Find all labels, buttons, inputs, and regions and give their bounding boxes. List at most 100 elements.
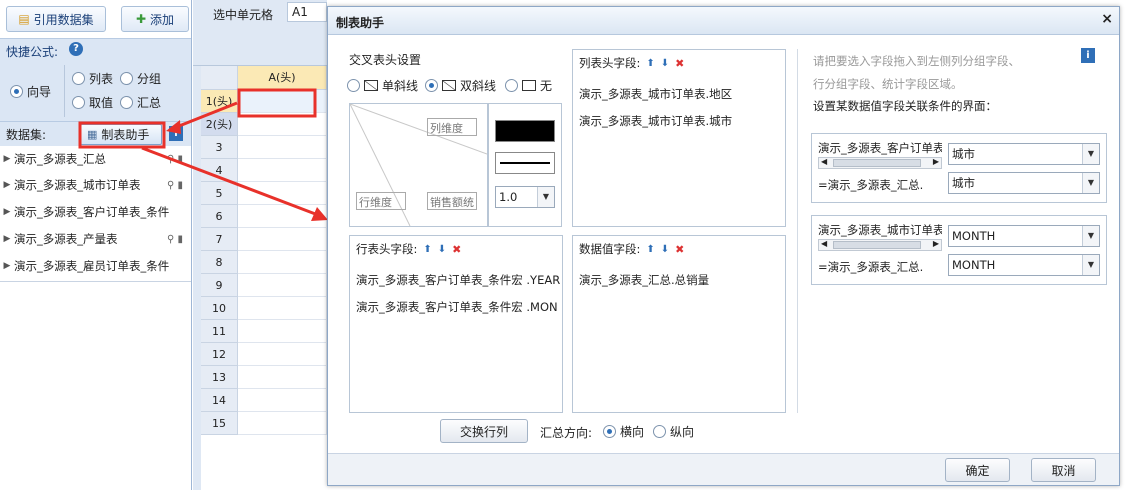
- delete-icon[interactable]: ✖: [452, 243, 461, 256]
- row-field-item[interactable]: 演示_多源表_客户订单表_条件宏 .YEAR: [356, 272, 560, 288]
- option-value[interactable]: 取值: [72, 94, 113, 111]
- expand-icon[interactable]: ▶: [0, 180, 14, 190]
- row-header[interactable]: 15: [201, 412, 238, 435]
- summary-vertical-option[interactable]: 纵向: [653, 423, 694, 440]
- ref-dataset-button[interactable]: ▤ 引用数据集: [6, 6, 106, 32]
- sheet-cell[interactable]: [238, 251, 327, 274]
- option-wizard[interactable]: 向导: [10, 83, 51, 100]
- sheet-cell[interactable]: [238, 113, 327, 136]
- cell-ref-input[interactable]: A1: [287, 2, 327, 22]
- dataset-item[interactable]: ▶ 演示_多源表_城市订单表 ⚲ ▮: [0, 172, 191, 198]
- row-header[interactable]: 3: [201, 136, 238, 159]
- single-diagonal-option[interactable]: 单斜线: [347, 77, 418, 94]
- sheet-cell[interactable]: [238, 412, 327, 435]
- swap-rows-cols-button[interactable]: 交换行列: [440, 419, 528, 443]
- sheet-cell[interactable]: [238, 389, 327, 412]
- row-header[interactable]: 7: [201, 228, 238, 251]
- summary-direction-label: 汇总方向:: [540, 426, 593, 440]
- row-header[interactable]: 2(头): [201, 113, 238, 136]
- expand-icon[interactable]: ▶: [0, 234, 14, 244]
- expand-icon[interactable]: ▶: [0, 207, 14, 217]
- row-header[interactable]: 5: [201, 182, 238, 205]
- add-label: 添加: [150, 12, 175, 27]
- close-icon[interactable]: ×: [1101, 11, 1113, 27]
- option-summary[interactable]: 汇总: [120, 94, 161, 111]
- sheet-cell[interactable]: [238, 366, 327, 389]
- sheet-cell[interactable]: [238, 182, 327, 205]
- sheet-cell[interactable]: [238, 205, 327, 228]
- edit-delete-icon[interactable]: ⚲ ▮: [167, 234, 183, 245]
- line-width-select[interactable]: 1.0 ▼: [495, 186, 555, 208]
- sheet-toolbar: 选中单元格 A1: [193, 0, 327, 66]
- arrow-down-icon[interactable]: ⬇: [438, 244, 446, 255]
- expand-icon[interactable]: ▶: [0, 154, 14, 164]
- expand-icon[interactable]: ▶: [0, 261, 14, 271]
- option-group[interactable]: 分组: [120, 70, 161, 87]
- relation-field-select[interactable]: 城市 ▼: [948, 143, 1100, 165]
- row-header[interactable]: 13: [201, 366, 238, 389]
- sheet-cell[interactable]: [238, 274, 327, 297]
- radio-icon: [653, 425, 666, 438]
- summary-horizontal-option[interactable]: 横向: [603, 423, 644, 440]
- option-list[interactable]: 列表: [72, 70, 113, 87]
- row-header[interactable]: 8: [201, 251, 238, 274]
- sheet-cell[interactable]: [238, 297, 327, 320]
- no-diagonal-option[interactable]: 无: [505, 77, 552, 94]
- sheet-cell[interactable]: [238, 90, 327, 113]
- sheet-cell[interactable]: [238, 228, 327, 251]
- relation-field-select[interactable]: MONTH ▼: [948, 254, 1100, 276]
- chevron-down-icon: ▼: [1082, 173, 1099, 193]
- relation-field-select[interactable]: 城市 ▼: [948, 172, 1100, 194]
- line-color-picker[interactable]: [495, 120, 555, 142]
- sheet-cell[interactable]: [238, 320, 327, 343]
- row-header[interactable]: 9: [201, 274, 238, 297]
- add-button[interactable]: ✚ 添加: [121, 6, 189, 32]
- cancel-button[interactable]: 取消: [1031, 458, 1096, 482]
- table-helper-label: 制表助手: [101, 128, 150, 142]
- edit-delete-icon[interactable]: ⚲ ▮: [167, 154, 183, 165]
- double-diagonal-option[interactable]: 双斜线: [425, 77, 496, 94]
- row-header[interactable]: 11: [201, 320, 238, 343]
- row-header[interactable]: 1(头): [201, 90, 238, 113]
- arrow-up-icon[interactable]: ⬆: [423, 244, 431, 255]
- radio-checked-icon: [10, 85, 23, 98]
- info-icon[interactable]: i: [1081, 48, 1095, 63]
- info-icon[interactable]: i: [169, 126, 183, 141]
- dataset-name: 演示_多源表_产量表: [14, 232, 118, 246]
- scrollbar[interactable]: ◀ ▶: [818, 239, 942, 251]
- arrow-down-icon[interactable]: ⬇: [661, 244, 669, 255]
- dataset-item[interactable]: ▶ 演示_多源表_产量表 ⚲ ▮: [0, 226, 191, 252]
- option-label: 无: [540, 79, 553, 93]
- col-fields-title: 列表头字段:: [579, 56, 641, 70]
- sheet-cell[interactable]: [238, 136, 327, 159]
- line-style-picker[interactable]: [495, 152, 555, 174]
- row-header[interactable]: 10: [201, 297, 238, 320]
- ok-button[interactable]: 确定: [945, 458, 1010, 482]
- col-field-item[interactable]: 演示_多源表_城市订单表.地区: [579, 86, 732, 102]
- col-field-item[interactable]: 演示_多源表_城市订单表.城市: [579, 113, 732, 129]
- row-header[interactable]: 14: [201, 389, 238, 412]
- column-header[interactable]: A(头): [238, 66, 327, 90]
- dataset-item[interactable]: ▶ 演示_多源表_雇员订单表_条件: [0, 253, 191, 279]
- relation-field-select[interactable]: MONTH ▼: [948, 225, 1100, 247]
- dataset-item[interactable]: ▶ 演示_多源表_汇总 ⚲ ▮: [0, 146, 191, 172]
- row-header[interactable]: 4: [201, 159, 238, 182]
- row-header[interactable]: 12: [201, 343, 238, 366]
- help-icon[interactable]: ?: [69, 42, 83, 56]
- delete-icon[interactable]: ✖: [675, 243, 684, 256]
- delete-icon[interactable]: ✖: [675, 57, 684, 70]
- dataset-item[interactable]: ▶ 演示_多源表_客户订单表_条件: [0, 199, 191, 225]
- sheet-splitter[interactable]: [193, 66, 201, 490]
- scrollbar[interactable]: ◀ ▶: [818, 157, 942, 169]
- table-helper-button[interactable]: ▦ 制表助手: [80, 124, 162, 145]
- arrow-up-icon[interactable]: ⬆: [646, 244, 654, 255]
- value-fields-title-row: 数据值字段: ⬆ ⬇ ✖: [579, 241, 684, 257]
- value-field-item[interactable]: 演示_多源表_汇总.总销量: [579, 272, 709, 288]
- arrow-up-icon[interactable]: ⬆: [646, 58, 654, 69]
- row-field-item[interactable]: 演示_多源表_客户订单表_条件宏 .MON: [356, 299, 560, 315]
- sheet-cell[interactable]: [238, 159, 327, 182]
- row-header[interactable]: 6: [201, 205, 238, 228]
- arrow-down-icon[interactable]: ⬇: [661, 58, 669, 69]
- edit-delete-icon[interactable]: ⚲ ▮: [167, 180, 183, 191]
- sheet-cell[interactable]: [238, 343, 327, 366]
